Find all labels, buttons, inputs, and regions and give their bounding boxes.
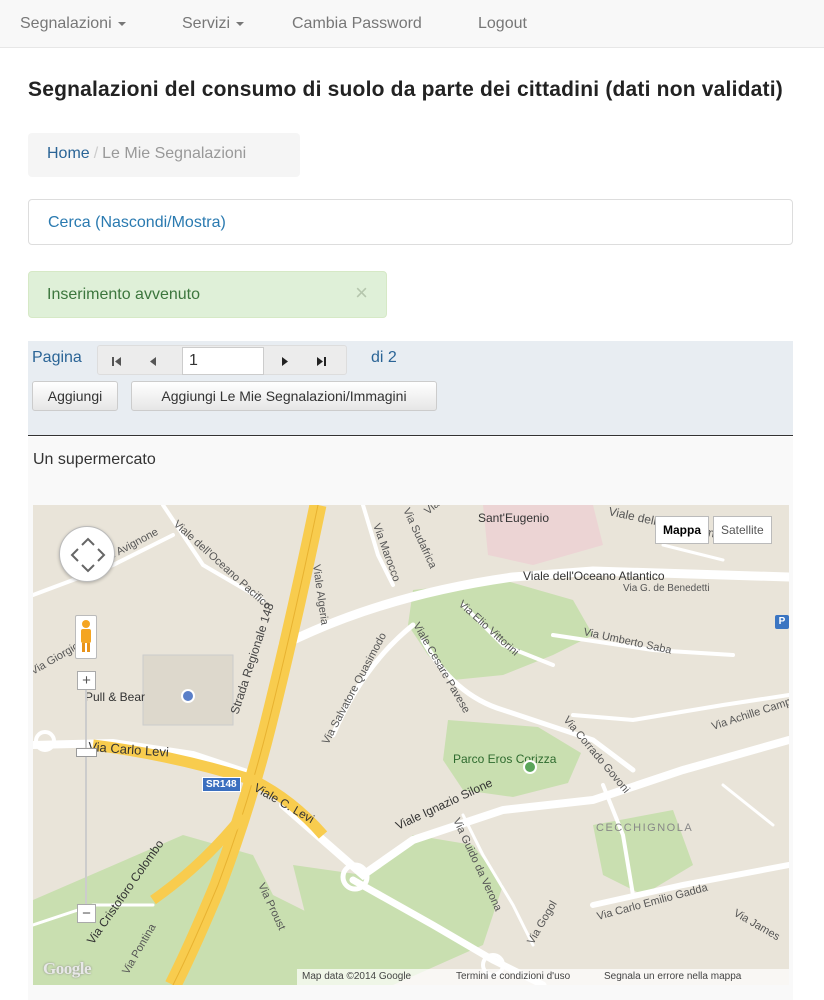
map-label: Pull & Bear (85, 690, 145, 704)
alert-message: Inserimento avvenuto (47, 286, 200, 303)
page-number-input[interactable] (182, 347, 264, 375)
breadcrumb: Home / Le Mie Segnalazioni (28, 133, 300, 177)
pegman-figure (81, 620, 91, 652)
search-toggle-link[interactable]: Cerca (Nascondi/Mostra) (48, 214, 226, 232)
pager-label: Pagina (32, 349, 82, 366)
map-label: Via James (732, 907, 783, 943)
last-page-icon[interactable] (310, 350, 332, 372)
zoom-out-button[interactable]: − (77, 904, 96, 923)
map-label: Via Gogol (525, 899, 559, 947)
google-logo[interactable]: Google (43, 959, 92, 979)
map-label: Sant'Eugenio (478, 511, 549, 525)
nav-segnalazioni-dropdown[interactable]: Segnalazioni (20, 15, 126, 33)
caret-down-icon (117, 21, 126, 26)
map-label: Via Sudafrica (400, 506, 439, 571)
breadcrumb-separator: / (93, 145, 99, 162)
success-alert: Inserimento avvenuto × (28, 271, 387, 318)
map-label: Via Carlo Levi (88, 739, 170, 760)
map-label: Via G. de Benedetti (623, 583, 710, 594)
route-shield-badge: SR148 (202, 777, 241, 792)
map-label: Parco Eros Corizza (453, 752, 557, 766)
search-panel: Cerca (Nascondi/Mostra) (28, 199, 793, 245)
zoom-slider-thumb[interactable] (76, 748, 97, 757)
nav-logout-link[interactable]: Logout (478, 15, 527, 33)
nav-servizi-dropdown[interactable]: Servizi (182, 15, 245, 33)
map-label: Viale Algeria (310, 564, 330, 627)
map-canvas: Viale dell'Oceano Atlantico Via G. de Be… (33, 505, 789, 985)
map-label: Viale Ignazio Silone (393, 775, 495, 832)
google-map[interactable]: Viale dell'Oceano Atlantico Via G. de Be… (33, 505, 789, 985)
map-label: Viale dell'Oceano Pacifico (171, 518, 273, 612)
breadcrumb-home-link[interactable]: Home (47, 145, 90, 162)
map-terms-link[interactable]: Termini e condizioni d'uso (451, 969, 599, 985)
caret-down-icon (236, 21, 245, 26)
pan-arrows-icon (70, 537, 106, 573)
nav-servizi-label: Servizi (182, 15, 231, 32)
parking-poi-icon: P (775, 615, 789, 629)
map-label: Via Kenia (422, 505, 466, 517)
zoom-in-button[interactable]: + (77, 671, 96, 690)
nav-cambia-password-link[interactable]: Cambia Password (292, 15, 422, 33)
shop-poi-icon (181, 689, 195, 703)
record-title: Un supermercato (33, 451, 156, 468)
pan-control[interactable] (59, 526, 115, 582)
nav-segnalazioni-label: Segnalazioni (20, 15, 112, 32)
map-data-attribution: Map data ©2014 Google (297, 969, 451, 985)
record-toolbar: Pagina di 2 Aggiungi Aggiungi Le Mie Seg… (28, 341, 793, 436)
map-label: Viale dell'Oceano Atlantico (523, 569, 665, 583)
close-icon[interactable]: × (355, 282, 368, 304)
next-page-icon[interactable] (274, 350, 296, 372)
first-page-icon[interactable] (106, 350, 128, 372)
breadcrumb-current: Le Mie Segnalazioni (102, 145, 247, 162)
park-poi-icon (523, 760, 537, 774)
page-title: Segnalazioni del consumo di suolo da par… (28, 78, 783, 101)
zoom-slider-track[interactable] (85, 685, 87, 907)
previous-page-icon[interactable] (142, 350, 164, 372)
street-view-pegman-icon[interactable] (75, 615, 97, 659)
pager-control (97, 345, 347, 375)
map-type-satellite-button[interactable]: Satellite (713, 516, 772, 544)
add-button[interactable]: Aggiungi (32, 381, 118, 411)
pager-total: di 2 (371, 349, 397, 366)
map-report-error-link[interactable]: Segnala un errore nella mappa (599, 969, 789, 985)
map-label: Via Salvatore Quasimodo (320, 631, 389, 747)
top-navbar: Segnalazioni Servizi Cambia Password Log… (0, 0, 824, 48)
add-my-reports-button[interactable]: Aggiungi Le Mie Segnalazioni/Immagini (131, 381, 437, 411)
map-label: CECCHIGNOLA (596, 822, 693, 834)
map-type-mappa-button[interactable]: Mappa (655, 516, 710, 544)
map-label: Viale C. Levi (252, 780, 317, 826)
